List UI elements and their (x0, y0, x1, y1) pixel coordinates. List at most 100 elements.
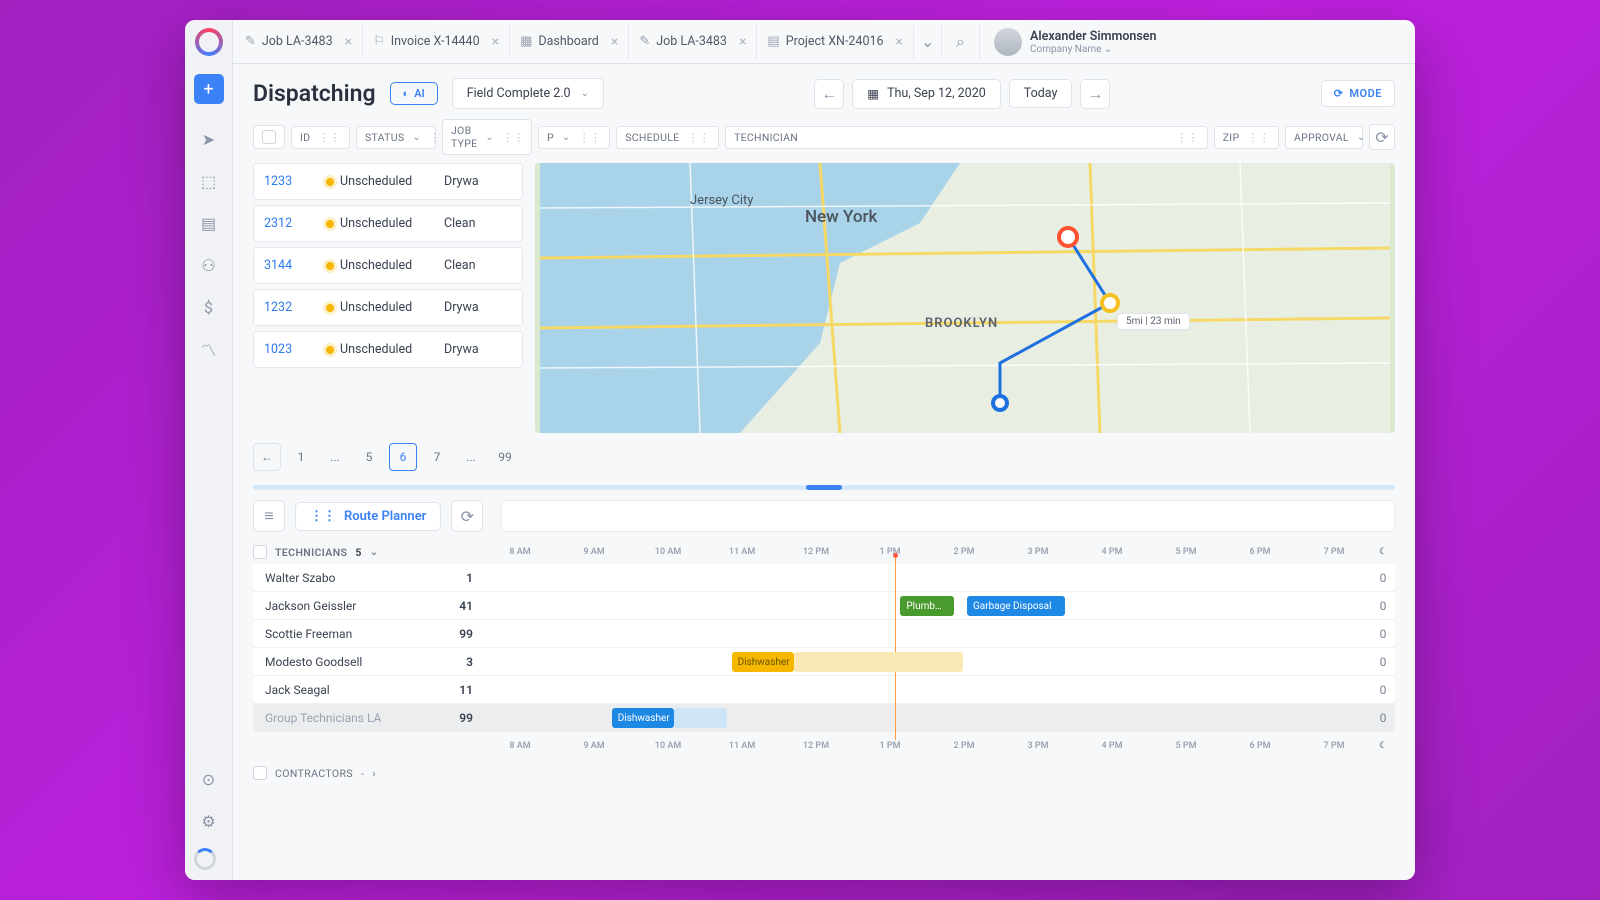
search-button[interactable]: ⌕ (942, 25, 980, 59)
columns-refresh[interactable]: ⟳ (1369, 124, 1395, 150)
nav-settings-icon[interactable]: ⚙ (194, 806, 224, 836)
job-row[interactable]: 2312UnscheduledClean (253, 205, 523, 242)
hour-label: 3 PM (1001, 741, 1075, 751)
job-row[interactable]: 1232UnscheduledDrywa (253, 289, 523, 326)
map-pane[interactable]: New York BROOKLYN Jersey City 5mi | 23 m… (535, 163, 1395, 433)
tab[interactable]: ✎Job LA-3483× (629, 25, 757, 59)
page-btn[interactable]: ... (321, 443, 349, 471)
hour-label: 9 AM (557, 741, 631, 751)
close-icon[interactable]: × (492, 34, 499, 50)
col-zip[interactable]: ZIP⋮⋮ (1214, 126, 1279, 149)
nav-projects-icon[interactable]: ▤ (194, 208, 224, 238)
page-btn[interactable]: 5 (355, 443, 383, 471)
timeline-slot[interactable]: Dishwasher (612, 708, 674, 728)
status-dot-icon (326, 220, 334, 228)
tech-row[interactable]: Walter Szabo10 (253, 564, 1395, 592)
nav-send-icon[interactable]: ➤ (194, 124, 224, 154)
date-prev[interactable]: ← (814, 79, 844, 109)
date-label: Thu, Sep 12, 2020 (887, 86, 986, 101)
job-row[interactable]: 1233UnscheduledDrywa (253, 163, 523, 200)
tab[interactable]: ▤Project XN-24016× (757, 25, 914, 59)
split-handle[interactable] (806, 485, 842, 490)
tab-label: Project XN-24016 (786, 34, 884, 49)
tech-slots: Plumb… Garbage Disposal (483, 592, 1371, 619)
col-p[interactable]: P⌄⋮⋮ (538, 126, 610, 149)
nav-headset-icon[interactable]: ⊙ (194, 764, 224, 794)
job-id: 3144 (254, 258, 326, 273)
planner-refresh[interactable]: ⟳ (451, 500, 483, 532)
timeline-slot[interactable]: Garbage Disposal (967, 596, 1065, 616)
col-jobtype[interactable]: JOB TYPE⌄⋮⋮ (442, 119, 532, 155)
page-btn[interactable]: ... (457, 443, 485, 471)
col-status[interactable]: STATUS⌄⋮⋮ (356, 126, 436, 149)
tech-badge: 41 (448, 599, 483, 613)
chevron-down-icon: ⌄ (1104, 44, 1112, 55)
tech-name: Jackson Geissler (253, 599, 448, 613)
col-id[interactable]: ID⋮⋮ (291, 126, 350, 149)
tech-row[interactable]: Scottie Freeman990 (253, 620, 1395, 648)
job-row[interactable]: 1023UnscheduledDrywa (253, 331, 523, 368)
job-row[interactable]: 3144UnscheduledClean (253, 247, 523, 284)
tech-badge: 99 (448, 711, 483, 725)
moon-icon[interactable]: ☾ (1371, 547, 1395, 557)
close-icon[interactable]: × (739, 34, 746, 50)
route-planner-button[interactable]: ⋮⋮ Route Planner (295, 502, 441, 531)
tech-row[interactable]: Jack Seagal110 (253, 676, 1395, 704)
nav-money-icon[interactable]: $ (194, 292, 224, 322)
job-id: 1023 (254, 342, 326, 357)
tech-count: 5 (355, 546, 361, 559)
page-btn[interactable]: 1 (287, 443, 315, 471)
split-divider[interactable] (253, 485, 1395, 490)
page-btn[interactable]: 99 (491, 443, 519, 471)
col-schedule[interactable]: SCHEDULE⋮⋮ (616, 126, 719, 149)
hour-label: 8 AM (483, 547, 557, 557)
moon-icon[interactable]: ☾ (1371, 741, 1395, 751)
tech-checkbox[interactable] (253, 545, 267, 559)
tab[interactable]: ⚐Invoice X-14440× (363, 25, 510, 59)
nav-reports-icon[interactable]: 〽 (194, 334, 224, 364)
nav-map-icon[interactable]: ⬚ (194, 166, 224, 196)
date-next[interactable]: → (1080, 79, 1110, 109)
tech-row[interactable]: Group Technicians LA99Dishwasher0 (253, 704, 1395, 732)
job-type: Clean (444, 258, 476, 273)
timeline-slot[interactable]: Plumb… (900, 596, 953, 616)
col-technician[interactable]: TECHNICIAN⋮⋮ (725, 126, 1208, 149)
time-header: TECHNICIANS 5 ⌄ 8 AM9 AM10 AM11 AM12 PM1… (253, 540, 1395, 564)
tabs-dropdown[interactable]: ⌄ (914, 25, 942, 59)
timeline-slot[interactable] (674, 708, 727, 728)
tab[interactable]: ▦Dashboard× (510, 25, 629, 59)
tab[interactable]: ✎Job LA-3483× (235, 25, 363, 59)
hour-label: 5 PM (1149, 741, 1223, 751)
date-picker[interactable]: ▦ Thu, Sep 12, 2020 (852, 79, 1001, 109)
planner-search[interactable] (501, 500, 1395, 532)
hour-label: 4 PM (1075, 547, 1149, 557)
list-view-button[interactable]: ≡ (253, 500, 285, 532)
page-btn[interactable]: 7 (423, 443, 451, 471)
ai-button[interactable]: ◐ AI (390, 82, 438, 105)
app-window: + ➤ ⬚ ▤ ⚇ $ 〽 ⊙ ⚙ ✎Job LA-3483×⚐Invoice … (185, 20, 1415, 880)
tab-label: Invoice X-14440 (391, 34, 480, 49)
workspace-select[interactable]: Field Complete 2.0 ⌄ (452, 78, 604, 109)
close-icon[interactable]: × (345, 34, 352, 50)
add-button[interactable]: + (194, 74, 224, 104)
nav-users-icon[interactable]: ⚇ (194, 250, 224, 280)
close-icon[interactable]: × (611, 34, 618, 50)
col-approval[interactable]: APPROVAL⌄⋮⋮ (1285, 126, 1363, 149)
tech-slots (483, 564, 1371, 591)
timeline-slot[interactable] (794, 652, 963, 672)
close-icon[interactable]: × (896, 34, 903, 50)
mode-button[interactable]: ⟳ MODE (1321, 80, 1395, 107)
topbar: ✎Job LA-3483×⚐Invoice X-14440×▦Dashboard… (233, 20, 1415, 64)
user-menu[interactable]: Alexander Simmonsen Company Name ⌄ (980, 28, 1171, 56)
chevron-down-icon[interactable]: ⌄ (370, 547, 379, 558)
job-id: 2312 (254, 216, 326, 231)
contractors-checkbox[interactable] (253, 766, 267, 780)
col-checkbox[interactable] (253, 125, 285, 149)
pager-prev[interactable]: ← (253, 443, 281, 471)
contractors-row[interactable]: CONTRACTORS - › (233, 758, 1415, 788)
tech-row[interactable]: Modesto Goodsell3Dishwasher0 (253, 648, 1395, 676)
tech-row[interactable]: Jackson Geissler41 Plumb… Garbage Disposal… (253, 592, 1395, 620)
today-button[interactable]: Today (1009, 79, 1073, 108)
timeline-slot[interactable]: Dishwasher (732, 652, 794, 672)
page-btn[interactable]: 6 (389, 443, 417, 471)
